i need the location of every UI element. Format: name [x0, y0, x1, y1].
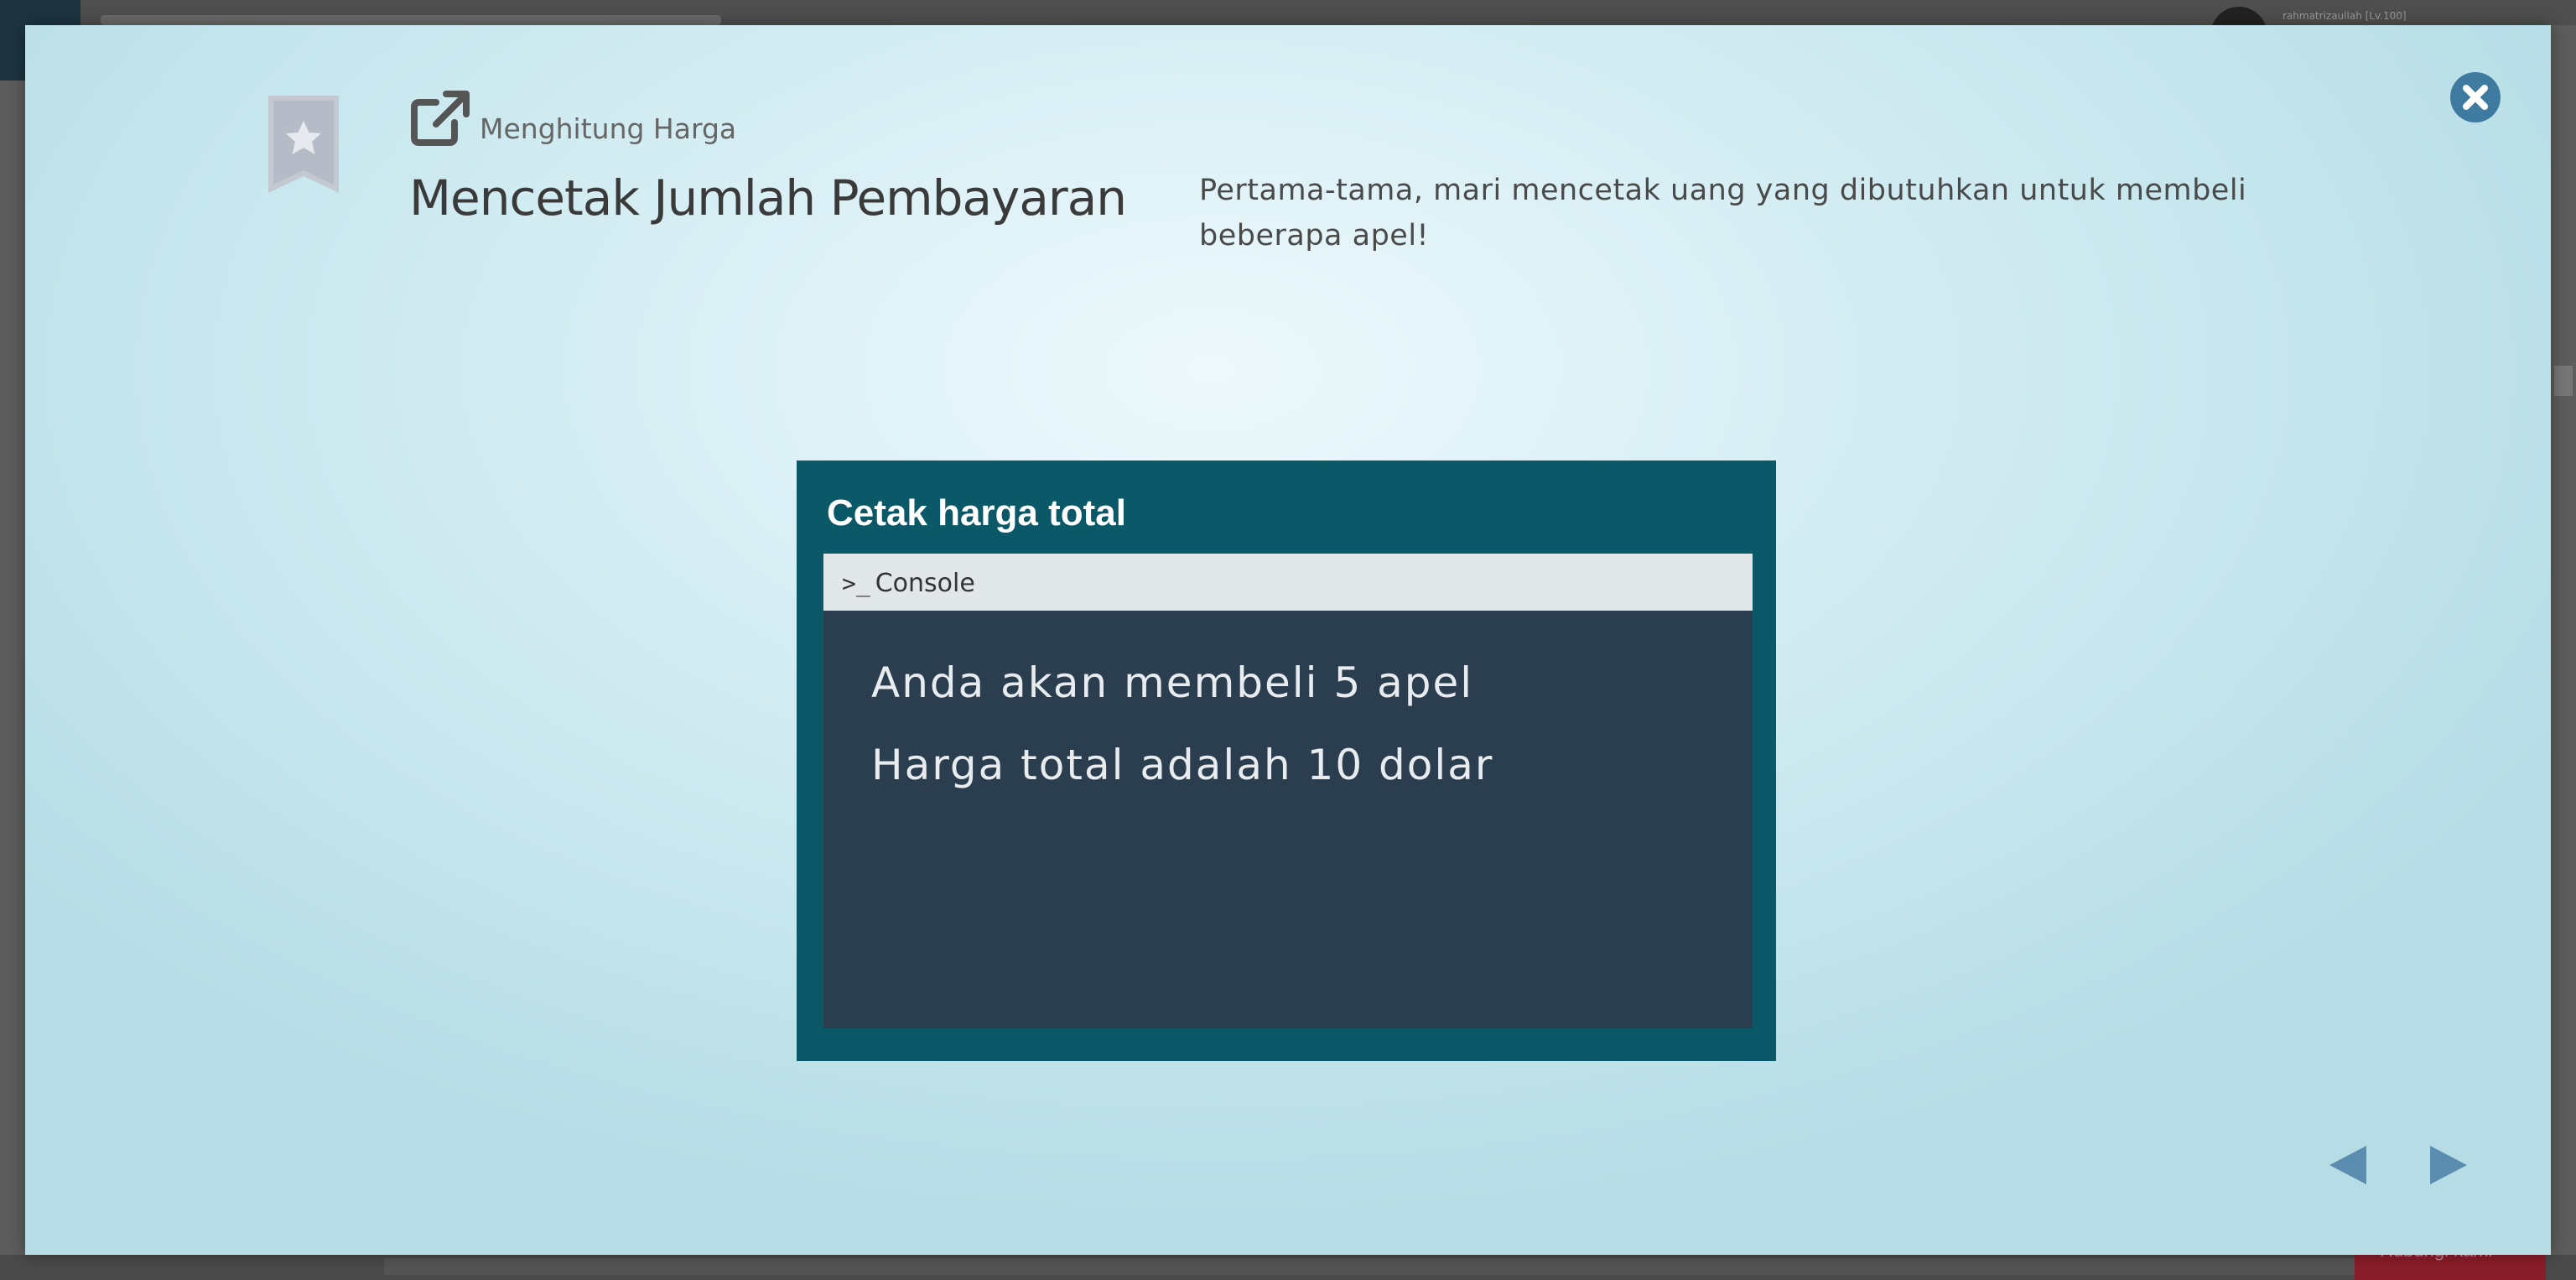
- console-header: >_ Console: [823, 554, 1753, 611]
- background-horizontal-scrollbar: [384, 1258, 2514, 1275]
- slide-description: Pertama-tama, mari mencetak uang yang di…: [1199, 174, 2247, 252]
- console-panel: >_ Console Anda akan membeli 5 apel Harga…: [823, 554, 1753, 1028]
- lesson-subtitle: Menghitung Harga: [480, 112, 737, 145]
- terminal-prompt-icon: >_: [842, 570, 870, 597]
- console-output-line: Harga total adalah 10 dolar: [871, 741, 1494, 789]
- bookmark-star-icon[interactable]: [268, 96, 339, 193]
- console-tab-label: Console: [875, 569, 975, 598]
- slide-image: Cetak harga total >_ Console Anda akan me…: [797, 460, 1776, 1061]
- background-search-bar: [101, 15, 721, 25]
- external-link-icon[interactable]: [411, 91, 470, 146]
- arrow-right-icon[interactable]: [2428, 1144, 2469, 1186]
- slide-modal: Menghitung Harga Mencetak Jumlah Pembaya…: [25, 25, 2551, 1255]
- background-username: rahmatrizaullah [Lv.100]: [2283, 10, 2407, 22]
- background-scrollbar-thumb: [2554, 366, 2573, 396]
- slide-heading: Cetak harga total: [827, 492, 1126, 533]
- close-icon[interactable]: [2450, 72, 2501, 122]
- console-output-line: Anda akan membeli 5 apel: [871, 658, 1474, 707]
- slide-title: Mencetak Jumlah Pembayaran: [409, 169, 1127, 226]
- background-bottom-bar: [0, 1255, 2576, 1280]
- arrow-left-icon[interactable]: [2328, 1144, 2368, 1186]
